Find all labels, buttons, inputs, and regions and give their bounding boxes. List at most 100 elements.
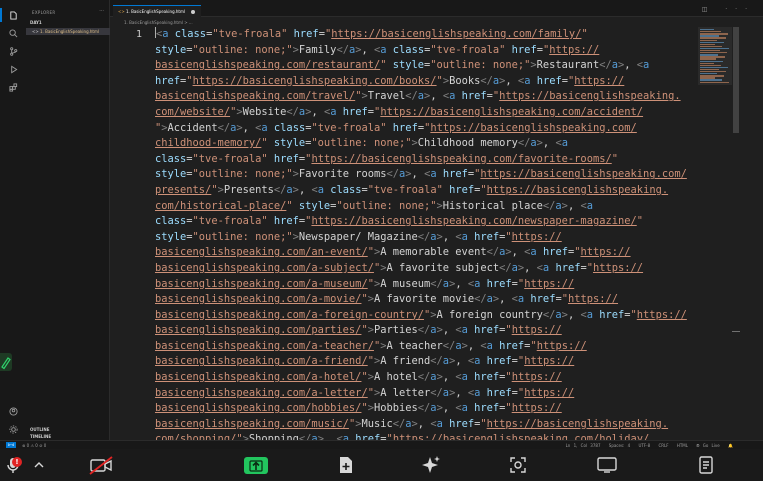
code-token: Website [242,105,287,118]
code-token: href [511,43,537,56]
code-line[interactable]: basicenglishspeaking.com/a-friend/">A fr… [155,354,698,370]
code-line[interactable]: com/website/">Website</a>, <a href="http… [155,105,698,121]
files-icon[interactable] [9,11,18,20]
go-live-button[interactable]: ⦾ Go Live [696,443,719,448]
camera-off-icon[interactable] [86,453,116,477]
code-token: "outline: none;" [430,59,531,72]
code-line[interactable]: href="https://basicenglishspeaking.com/b… [155,74,698,90]
code-token: "outline: none;" [336,199,437,212]
code-line[interactable]: basicenglishspeaking.com/music/">Music</… [155,417,698,433]
code-token: </ [273,183,287,196]
code-token: href [449,417,475,430]
explorer-more-button[interactable]: ··· [99,8,104,14]
code-line[interactable]: basicenglishspeaking.com/a-foreign-count… [155,308,698,324]
breadcrumb[interactable]: 1. BasicEnglishSpeaking.html > ... [110,18,193,27]
code-token: https:// [524,355,575,368]
unsaved-dot-icon[interactable] [191,10,195,14]
timeline-section[interactable]: TIMELINE [30,434,51,439]
code-token: A friend [380,355,431,368]
code-line[interactable]: ">Accident</a>, <a class="tve-froala" hr… [155,121,698,137]
code-token: , [467,339,481,352]
settings-gear-icon[interactable] [9,425,18,434]
code-line[interactable]: style="outline: none;">Family</a>, <a cl… [155,43,698,59]
cursor-position[interactable]: Ln 1, Col 3787 [566,443,601,448]
scrollbar-thumb[interactable] [733,27,739,133]
code-token: href [474,371,500,384]
code-line[interactable]: basicenglishspeaking.com/a-museum/">A mu… [155,277,698,293]
code-token: A favorite movie [373,293,475,306]
minimap[interactable] [698,27,732,85]
code-line[interactable]: basicenglishspeaking.com/a-letter/">A le… [155,386,698,402]
code-line[interactable]: basicenglishspeaking.com/travel/">Travel… [155,89,698,105]
end-of-line[interactable]: CRLF [658,443,668,448]
add-document-icon[interactable] [334,453,358,477]
code-line[interactable]: <a class="tve-froala" href="https://basi… [155,27,698,43]
outline-section[interactable]: OUTLINE [30,427,50,432]
language-mode[interactable]: HTML [677,443,688,448]
code-line[interactable]: style="outline: none;">Favorite rooms</a… [155,167,698,183]
code-line[interactable]: com/shopping/">Shopping</a>, <a href="ht… [155,432,698,440]
code-line[interactable]: childhood-memory/" style="outline: none;… [155,136,698,152]
share-screen-button[interactable] [244,457,268,474]
indentation[interactable]: Spaces: 4 [609,443,630,448]
code-token: , [524,261,537,274]
code-token: class [155,152,187,165]
code-token: basicenglishspeaking.com/a-letter/ [155,386,368,399]
code-token: </ [386,168,400,181]
ai-sparkle-icon[interactable] [419,453,443,477]
chevron-up-icon[interactable] [32,453,46,477]
code-token: style [155,230,187,243]
code-token: a [561,137,568,150]
notes-icon[interactable] [694,453,718,477]
code-token: , [442,402,456,415]
tab-basic-english-speaking[interactable]: <> 1. BasicEnglishSpeaking.html [113,5,201,17]
code-editor[interactable]: 1 <a class="tve-froala" href="https://ba… [110,27,698,440]
code-line[interactable]: basicenglishspeaking.com/a-hotel/">A hot… [155,370,698,386]
screen-view-icon[interactable] [594,453,620,477]
code-line[interactable]: presents/">Presents</a>, <a class="tve-f… [155,183,698,199]
source-control-icon[interactable] [9,47,18,56]
code-token: a [461,402,475,415]
account-icon[interactable] [9,407,18,416]
line-number: 1 [136,29,143,40]
code-token: class [155,215,187,228]
code-token: href [449,183,475,196]
run-debug-icon[interactable] [9,65,18,74]
notifications-bell-icon[interactable]: 🔔 [728,443,733,448]
code-token: a [436,417,450,430]
extensions-icon[interactable] [9,83,18,92]
code-token: https:// [549,43,600,56]
code-line[interactable]: basicenglishspeaking.com/restaurant/" st… [155,58,698,74]
tab-actions[interactable]: ◫ ··· [702,6,755,13]
code-line[interactable]: basicenglishspeaking.com/an-event/">A me… [155,245,698,261]
reactions-icon[interactable] [506,453,530,477]
code-token: basicenglishspeaking.com/a-subject/ [155,261,374,274]
code-token: presents/ [155,183,212,196]
code-line[interactable]: basicenglishspeaking.com/a-movie/">A fav… [155,292,698,308]
code-line[interactable]: class="tve-froala" href="https://basicen… [155,152,698,168]
code-line[interactable]: class="tve-froala" href="https://basicen… [155,214,698,230]
code-token: href [474,230,500,243]
code-line[interactable]: basicenglishspeaking.com/a-teacher/">A t… [155,339,698,355]
code-line[interactable]: basicenglishspeaking.com/hobbies/">Hobbi… [155,401,698,417]
code-token: Parties [373,324,418,337]
code-token: , [505,74,518,87]
code-line[interactable]: basicenglishspeaking.com/a-subject/">A f… [155,261,698,277]
search-icon[interactable] [9,29,18,38]
code-token: "outline: none;" [192,43,293,56]
code-token: class [174,28,207,40]
code-token: basicenglishspeaking.com/travel/ [155,90,356,103]
problems-indicator[interactable]: ⊗ 0 ⚠ 0 ⊘ 0 [22,443,46,448]
microphone-icon[interactable]: ! [2,453,24,477]
code-content[interactable]: <a class="tve-froala" href="https://basi… [155,27,698,440]
remote-indicator[interactable]: ⊳⊲ [6,442,16,448]
folder-day1[interactable]: DAY1 [30,20,42,25]
explorer-file-item[interactable]: <> 1. BasicEnglishSpeaking.html [26,28,110,35]
code-line[interactable]: basicenglishspeaking.com/parties/">Parti… [155,323,698,339]
code-token: a [330,105,343,118]
encoding[interactable]: UTF-8 [639,443,651,448]
code-line[interactable]: style="outline: none;">Newspaper/ Magazi… [155,230,698,246]
code-token: basicenglishspeaking.com/a-friend/ [155,355,368,368]
code-line[interactable]: com/historical-place/" style="outline: n… [155,199,698,215]
pen-annotation-icon[interactable] [0,353,12,371]
